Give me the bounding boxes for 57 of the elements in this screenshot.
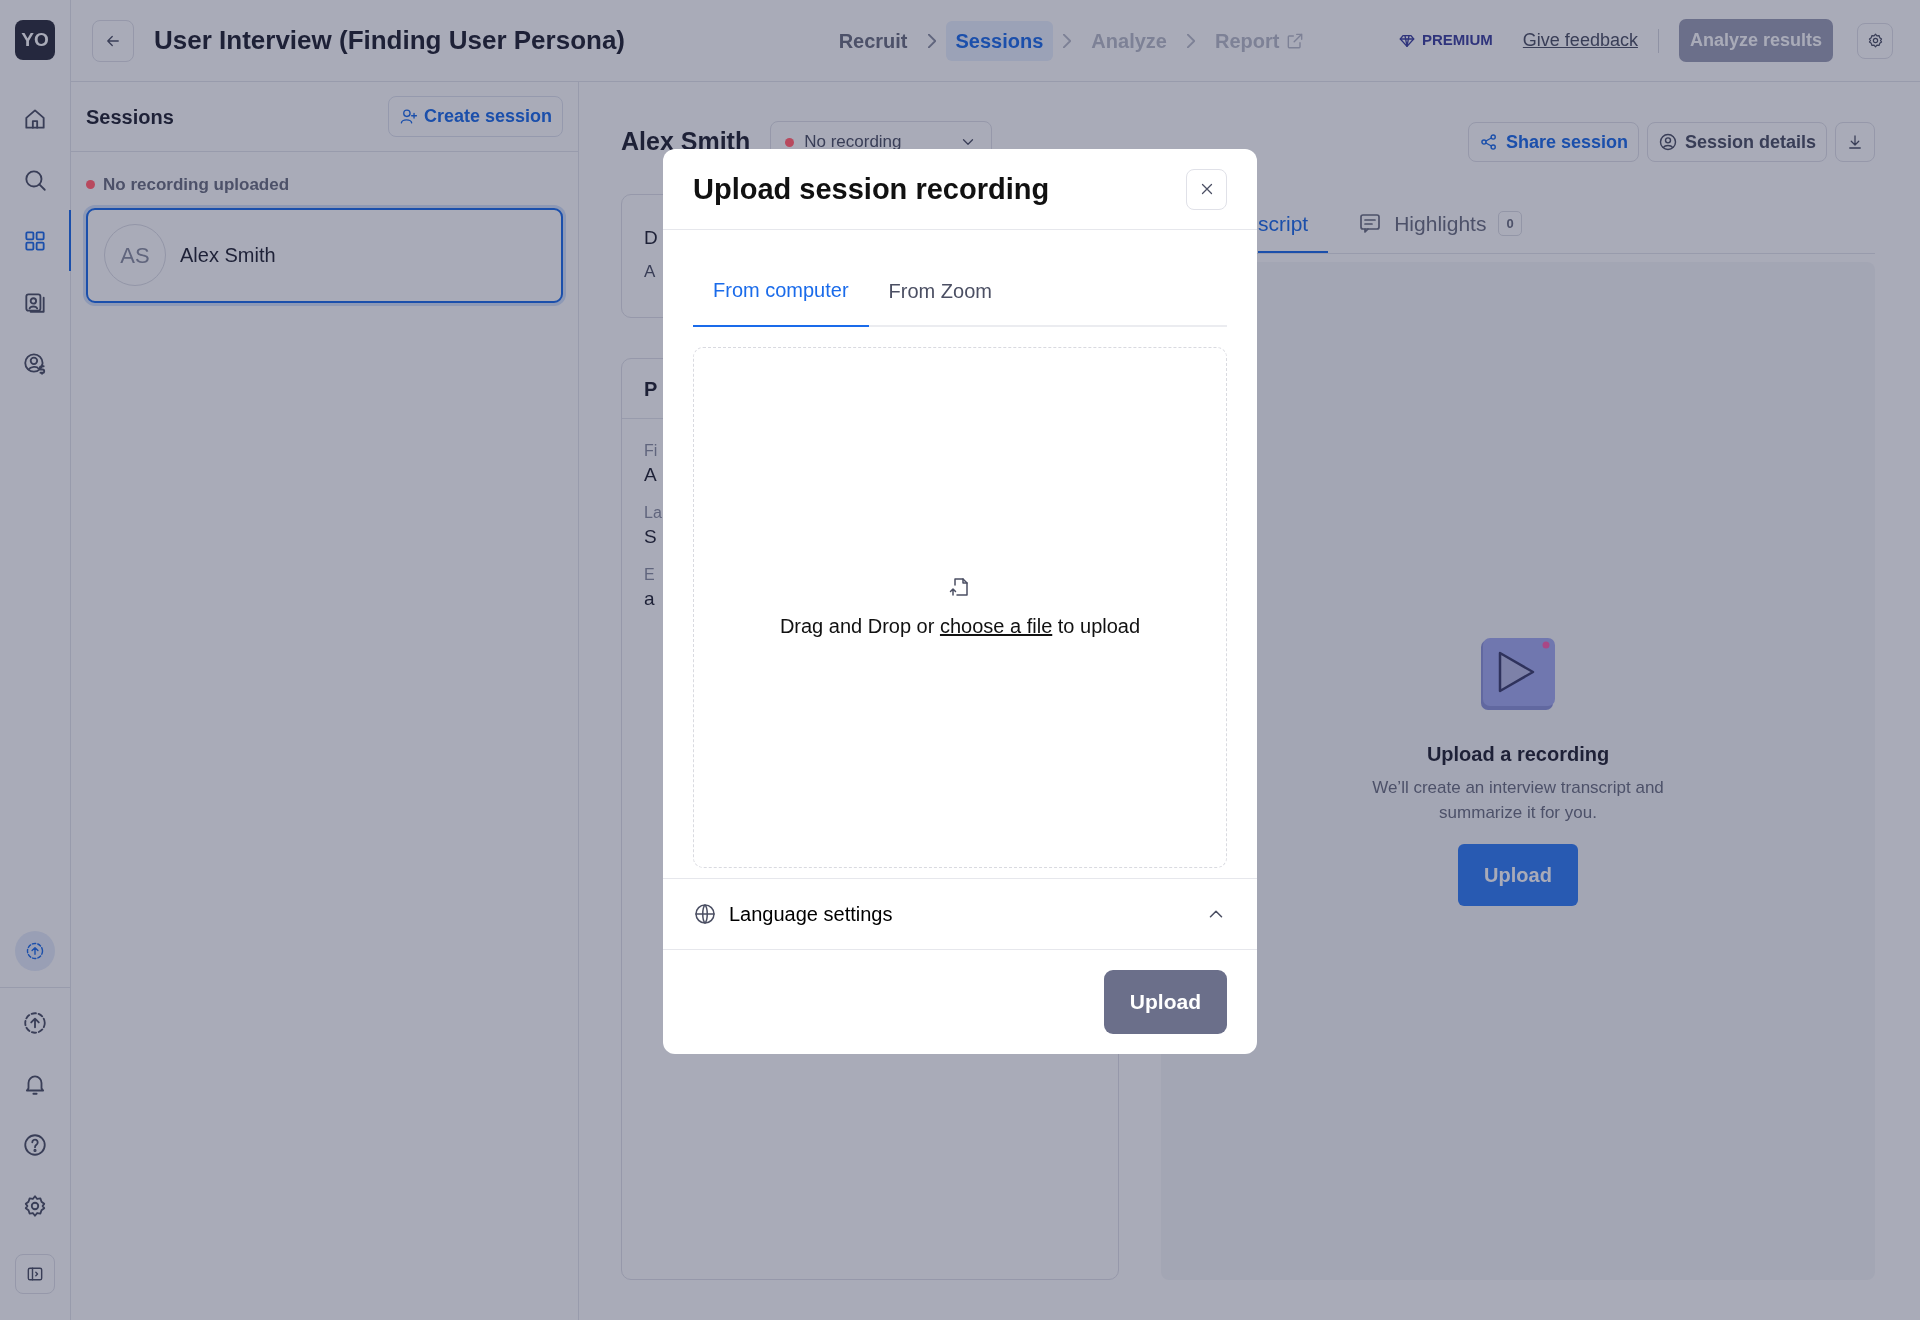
card-heading: P bbox=[644, 376, 658, 401]
empty-state-title: Upload a recording bbox=[1426, 741, 1610, 767]
globe-icon bbox=[693, 902, 717, 926]
help-icon bbox=[22, 1131, 48, 1158]
comment-icon bbox=[1358, 211, 1383, 236]
field-label: Fi bbox=[644, 441, 658, 461]
back-button[interactable] bbox=[92, 19, 134, 62]
source-tab[interactable]: From computer bbox=[693, 275, 869, 327]
language-settings-toggle[interactable]: Language settings bbox=[663, 878, 1257, 950]
panel-title: Sessions bbox=[86, 104, 174, 130]
video-tile-icon bbox=[1480, 636, 1556, 711]
close-button[interactable] bbox=[1186, 168, 1227, 210]
upload-button[interactable]: Upload bbox=[1458, 843, 1578, 906]
share-session-button[interactable]: Share session bbox=[1467, 122, 1639, 162]
settings-icon bbox=[1866, 32, 1884, 49]
session-card[interactable]: AS Alex Smith bbox=[86, 207, 563, 303]
download-button[interactable] bbox=[1835, 122, 1875, 162]
user-circle-icon bbox=[1657, 132, 1678, 152]
chevron-icon bbox=[1186, 33, 1195, 48]
field-value: a bbox=[644, 588, 655, 611]
workspace-avatar[interactable]: YO bbox=[15, 20, 55, 60]
upload-icon bbox=[25, 940, 45, 961]
dialog-title: Upload session recording bbox=[693, 171, 1050, 207]
page-title: User Interview (Finding User Persona) bbox=[154, 24, 625, 57]
settings-icon bbox=[22, 1192, 48, 1219]
feedback-link[interactable]: Give feedback bbox=[1522, 27, 1638, 54]
field-value: A bbox=[644, 464, 657, 487]
chevron-icon bbox=[927, 33, 936, 48]
field-label: E bbox=[644, 564, 655, 585]
card-text: A bbox=[644, 261, 656, 283]
create-session-button[interactable]: Create session bbox=[387, 96, 563, 137]
group-label: No recording uploaded bbox=[103, 174, 290, 196]
upload-instruction: Drag and Drop or choose a file to upload bbox=[779, 613, 1141, 639]
card-text: D bbox=[644, 227, 658, 250]
source-tab[interactable]: From Zoom bbox=[868, 275, 1012, 327]
chevron-icon bbox=[1063, 33, 1072, 48]
step-tab[interactable]: Recruit bbox=[828, 20, 918, 61]
step-tab[interactable]: Sessions bbox=[945, 20, 1054, 61]
diamond-icon bbox=[1399, 32, 1415, 49]
field-label: La bbox=[644, 503, 662, 523]
content-tab[interactable]: script bbox=[1258, 207, 1329, 253]
share-icon bbox=[1478, 132, 1499, 152]
settings-button[interactable] bbox=[1857, 22, 1893, 59]
content-tab[interactable]: Highlights 0 bbox=[1358, 207, 1542, 253]
upload-icon bbox=[22, 1009, 48, 1036]
download-icon bbox=[1846, 133, 1864, 151]
session-name: Alex Smith bbox=[180, 243, 276, 268]
count-badge: 0 bbox=[1498, 210, 1522, 236]
empty-state-description: We’ll create an interview transcript and summarize it for you. bbox=[1371, 776, 1665, 824]
panel-icon bbox=[25, 1264, 45, 1284]
user-plus-icon bbox=[398, 107, 418, 126]
choose-file-link[interactable]: choose a file bbox=[939, 614, 1053, 637]
sidebar-toggle-button[interactable] bbox=[15, 1254, 55, 1294]
session-details-button[interactable]: Session details bbox=[1646, 122, 1827, 162]
field-value: S bbox=[644, 526, 657, 549]
drop-zone[interactable]: Drag and Drop or choose a file to upload bbox=[693, 347, 1227, 868]
premium-label: PREMIUM bbox=[1399, 29, 1493, 52]
